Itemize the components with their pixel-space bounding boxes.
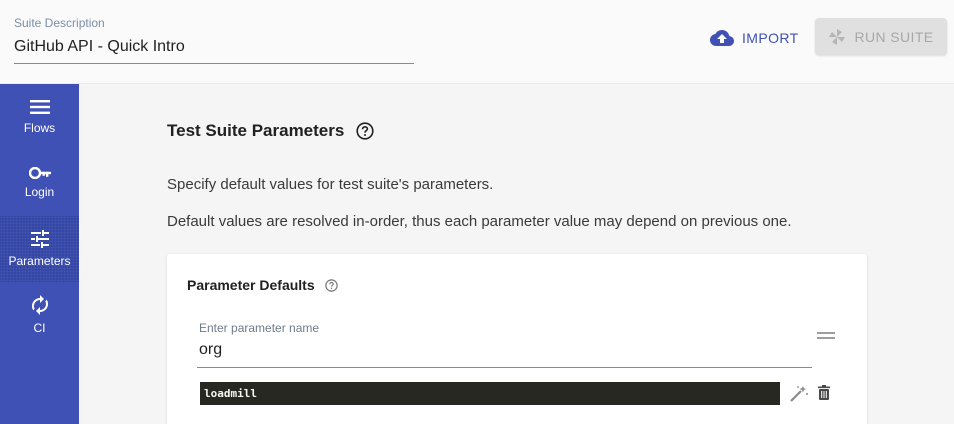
sidebar-item-label: Flows xyxy=(23,121,56,135)
key-icon xyxy=(28,167,51,179)
main-content: Test Suite Parameters Specify default va… xyxy=(79,84,954,424)
drag-handle-icon[interactable] xyxy=(817,332,835,342)
top-header: Suite Description GitHub API - Quick Int… xyxy=(0,0,954,84)
card-title: Parameter Defaults xyxy=(187,277,315,293)
parameter-name-field[interactable]: Enter parameter name org xyxy=(197,316,812,368)
parameter-row: Enter parameter name org loadmill xyxy=(197,316,847,424)
sidebar-item-ci[interactable]: CI xyxy=(0,282,79,348)
sidebar-item-flows[interactable]: Flows xyxy=(0,84,79,150)
magic-wand-icon[interactable] xyxy=(789,385,809,403)
sidebar-item-label: Parameters xyxy=(8,254,71,268)
help-icon[interactable] xyxy=(356,122,374,140)
cloud-upload-icon xyxy=(710,30,734,46)
card-title-row: Parameter Defaults xyxy=(187,277,338,293)
suite-description-field[interactable]: Suite Description GitHub API - Quick Int… xyxy=(14,14,414,64)
sidebar: Flows Login Parameters CI xyxy=(0,84,79,424)
menu-icon xyxy=(29,100,50,114)
sidebar-item-parameters[interactable]: Parameters xyxy=(0,216,79,282)
parameter-name-input[interactable]: org xyxy=(199,341,222,359)
suite-description-input[interactable]: GitHub API - Quick Intro xyxy=(14,38,185,56)
parameter-value-text[interactable]: loadmill xyxy=(204,387,257,400)
import-button[interactable]: IMPORT xyxy=(704,20,805,56)
description-text-2: Default values are resolved in-order, th… xyxy=(167,213,792,230)
sync-icon xyxy=(31,295,48,315)
sidebar-item-label: Login xyxy=(24,185,55,199)
parameter-name-label: Enter parameter name xyxy=(199,321,320,335)
import-label: IMPORT xyxy=(742,30,799,46)
description-text-1: Specify default values for test suite's … xyxy=(167,176,494,193)
pinwheel-icon xyxy=(829,28,846,45)
tune-icon xyxy=(30,230,49,248)
help-icon[interactable] xyxy=(324,278,338,292)
trash-icon[interactable] xyxy=(818,385,830,400)
page-title-row: Test Suite Parameters xyxy=(167,121,374,141)
run-suite-label: RUN SUITE xyxy=(854,28,934,45)
run-suite-button[interactable]: RUN SUITE xyxy=(815,18,947,55)
parameter-value-editor[interactable]: loadmill xyxy=(200,382,780,405)
parameter-defaults-card: Parameter Defaults Enter parameter name … xyxy=(167,254,867,424)
sidebar-item-label: CI xyxy=(33,321,46,335)
suite-description-label: Suite Description xyxy=(14,16,105,30)
sidebar-item-login[interactable]: Login xyxy=(0,150,79,216)
page-title: Test Suite Parameters xyxy=(167,121,345,140)
